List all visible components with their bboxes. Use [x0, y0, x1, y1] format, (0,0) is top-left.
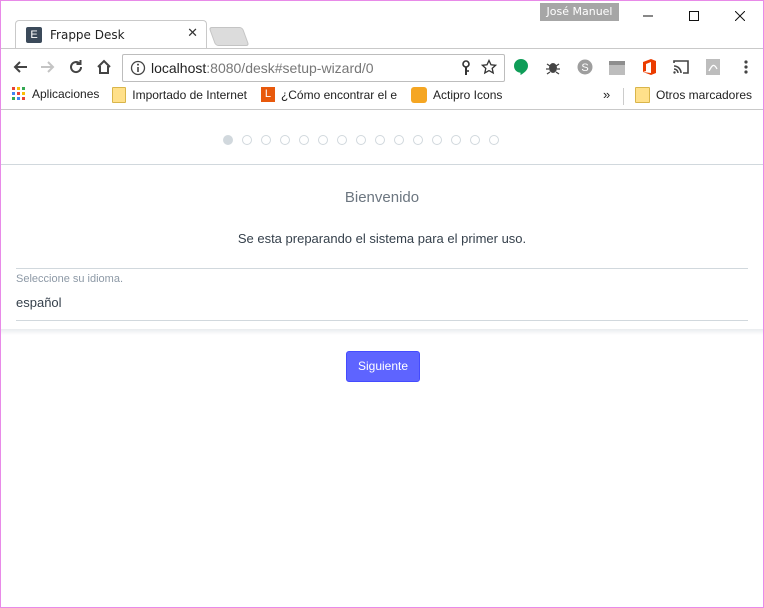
actipro-icon	[411, 87, 427, 103]
office-extension-icon[interactable]	[640, 58, 658, 76]
maximize-icon[interactable]	[671, 1, 717, 31]
step-dot-11	[413, 135, 423, 145]
url-text[interactable]: localhost:8080/desk#setup-wizard/0	[151, 60, 374, 76]
step-indicator	[223, 135, 499, 145]
bookmark-aplicaciones[interactable]: Aplicaciones	[12, 87, 99, 101]
minimize-icon[interactable]	[625, 1, 671, 31]
frappe-favicon-icon: E	[26, 27, 42, 43]
menu-kebab-icon[interactable]	[737, 58, 755, 76]
close-window-icon[interactable]	[717, 1, 763, 31]
field-bottom-border	[16, 320, 748, 321]
bookmarks-bar: Aplicaciones Importado de Internet L ¿Có…	[1, 84, 763, 110]
bookmark-importado[interactable]: Importado de Internet	[112, 87, 247, 103]
url-host: localhost	[151, 60, 207, 76]
header-divider	[1, 164, 763, 165]
step-dot-12	[432, 135, 442, 145]
calendar-extension-icon[interactable]	[608, 58, 626, 76]
info-icon[interactable]	[130, 60, 146, 79]
browser-window: José Manuel E Frappe Desk ✕ localhost:80…	[0, 0, 764, 608]
step-dot-7	[337, 135, 347, 145]
bug-extension-icon[interactable]	[544, 58, 562, 76]
step-dot-8	[356, 135, 366, 145]
page-content: Bienvenido Se esta preparando el sistema…	[1, 110, 763, 607]
step-dot-5	[299, 135, 309, 145]
tab-title: Frappe Desk	[50, 28, 125, 42]
bookmark-como-encontrar[interactable]: L ¿Cómo encontrar el e	[261, 87, 397, 102]
reload-icon[interactable]	[66, 57, 86, 77]
svg-text:S: S	[581, 62, 588, 74]
tab-close-icon[interactable]: ✕	[187, 26, 198, 41]
step-dot-13	[451, 135, 461, 145]
step-dot-15	[489, 135, 499, 145]
step-dot-9	[375, 135, 385, 145]
bookmark-label: Actipro Icons	[433, 88, 503, 102]
bookmarks-overflow-chevron[interactable]: »	[603, 87, 610, 102]
tab-frappe-desk[interactable]: E Frappe Desk ✕	[15, 20, 207, 49]
new-tab-button[interactable]	[208, 27, 250, 46]
bookmark-actipro[interactable]: Actipro Icons	[411, 87, 502, 103]
bookmark-label: Importado de Internet	[132, 88, 247, 102]
step-dot-4	[280, 135, 290, 145]
address-bar[interactable]: localhost:8080/desk#setup-wizard/0	[122, 54, 505, 82]
url-rest: :8080/desk#setup-wizard/0	[206, 60, 374, 76]
bookmarks-separator	[623, 88, 624, 105]
bookmark-otros-marcadores[interactable]: Otros marcadores	[635, 87, 752, 103]
folder-icon	[112, 87, 127, 103]
profile-badge[interactable]: José Manuel	[540, 3, 619, 21]
l-orange-icon: L	[261, 87, 275, 102]
bookmark-label: Otros marcadores	[656, 88, 753, 102]
cast-icon[interactable]	[672, 58, 690, 76]
step-dot-1	[223, 135, 233, 145]
home-icon[interactable]	[94, 57, 114, 77]
bookmark-label: Aplicaciones	[32, 87, 100, 101]
forward-arrow-icon[interactable]	[38, 57, 58, 77]
step-dot-14	[470, 135, 480, 145]
next-button[interactable]: Siguiente	[346, 351, 420, 382]
apps-grid-icon	[12, 87, 25, 100]
language-select[interactable]: español	[16, 295, 62, 310]
back-arrow-icon[interactable]	[10, 57, 30, 77]
skype-extension-icon[interactable]: S	[576, 58, 594, 76]
title-bar: José Manuel E Frappe Desk ✕	[1, 1, 763, 49]
key-icon[interactable]	[461, 60, 471, 79]
hangouts-extension-icon[interactable]	[512, 58, 530, 76]
card-shadow	[1, 329, 763, 335]
language-label: Seleccione su idioma.	[16, 273, 124, 285]
page-title: Bienvenido	[344, 189, 420, 206]
pdf-extension-icon[interactable]	[704, 58, 722, 76]
step-dot-6	[318, 135, 328, 145]
browser-toolbar: localhost:8080/desk#setup-wizard/0 S	[1, 48, 763, 85]
bookmark-star-icon[interactable]	[480, 58, 498, 78]
folder-icon	[635, 87, 650, 103]
bookmark-label: ¿Cómo encontrar el e	[280, 87, 397, 102]
field-top-border	[16, 268, 748, 269]
step-dot-2	[242, 135, 252, 145]
step-dot-3	[261, 135, 271, 145]
step-dot-10	[394, 135, 404, 145]
page-subtitle: Se esta preparando el sistema para el pr…	[237, 231, 527, 246]
